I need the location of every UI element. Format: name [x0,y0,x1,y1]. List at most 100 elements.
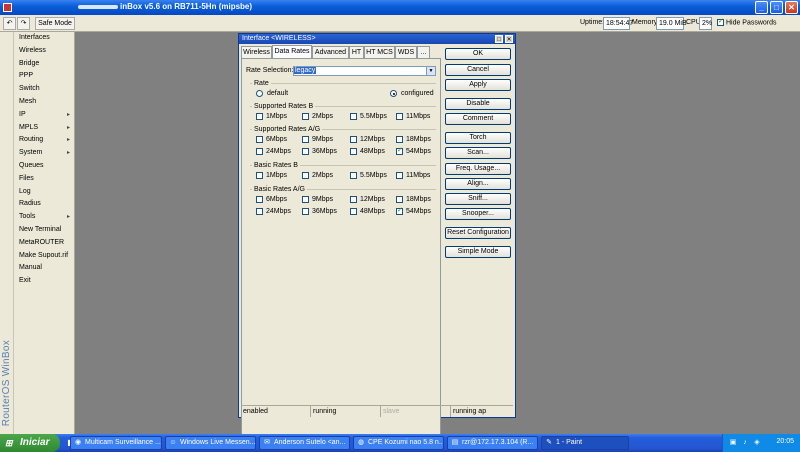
checkbox-icon[interactable] [302,148,309,155]
network-icon[interactable]: ▣ [729,439,737,447]
minimize-button[interactable]: _ [755,1,768,14]
supported-b-1mbps-checkbox[interactable]: 1Mbps [256,113,287,120]
basic-ag-6mbps-checkbox[interactable]: 6Mbps [256,196,287,203]
basic-ag-48mbps-checkbox[interactable]: 48Mbps [350,208,385,215]
hide-passwords-checkbox[interactable]: Hide Passwords [717,17,777,26]
basic-b-1mbps-checkbox[interactable]: 1Mbps [256,172,287,179]
sidebar-item-switch[interactable]: Switch [14,83,74,96]
checkbox-icon[interactable] [302,113,309,120]
checkbox-icon[interactable] [302,136,309,143]
checkbox-icon[interactable] [256,136,263,143]
taskbar-item[interactable]: ✎ 1 - Paint [541,436,629,450]
sidebar-item-ppp[interactable]: PPP [14,70,74,83]
checkbox-icon[interactable] [256,172,263,179]
checkbox-icon[interactable] [256,113,263,120]
sidebar-item-bridge[interactable]: Bridge [14,58,74,71]
ok-button[interactable]: OK [445,48,511,60]
basic-ag-54mbps-checkbox[interactable]: 54Mbps [396,206,431,215]
sidebar-item-manual[interactable]: Manual [14,262,74,275]
sidebar-item-tools[interactable]: Tools ▸ [14,211,74,224]
taskbar-item[interactable]: ✉ Anderson Sutelo <an... [259,436,350,450]
close-button[interactable]: ✕ [785,1,798,14]
supported-b-2mbps-checkbox[interactable]: 2Mbps [302,113,333,120]
sidebar-item-routing[interactable]: Routing ▸ [14,134,74,147]
checkbox-icon[interactable] [302,172,309,179]
sidebar-item-new-terminal[interactable]: New Terminal [14,224,74,237]
window-title-bar[interactable]: inBox v5.6 on RB711-5Hn (mipsbe) _ □ ✕ [0,0,800,15]
taskbar-item[interactable]: ▤ rzr@172.17.3.104 (R... [447,436,538,450]
tab-advanced[interactable]: Advanced [312,46,349,58]
taskbar-item[interactable]: ◍ CPE Kozumi nao 5.8 n... [353,436,444,450]
sidebar-item-wireless[interactable]: Wireless [14,45,74,58]
checkbox-checked-icon[interactable] [717,17,724,26]
checkbox-icon[interactable] [350,208,357,215]
basic-ag-18mbps-checkbox[interactable]: 18Mbps [396,196,431,203]
checkbox-icon[interactable] [350,136,357,143]
rate-selection-dropdown[interactable]: legacy ▼ [293,66,436,76]
volume-icon[interactable]: ♪ [741,439,749,447]
torch-button[interactable]: Torch [445,132,511,144]
checkbox-checked-icon[interactable] [396,146,403,155]
checkbox-icon[interactable] [396,113,403,120]
supported-ag-9mbps-checkbox[interactable]: 9Mbps [302,136,333,143]
checkbox-icon[interactable] [350,172,357,179]
checkbox-icon[interactable] [350,148,357,155]
supported-b-5-5mbps-checkbox[interactable]: 5.5Mbps [350,113,387,120]
dialog-restore-button[interactable]: □ [495,35,503,43]
basic-b-5-5mbps-checkbox[interactable]: 5.5Mbps [350,172,387,179]
tab-more[interactable]: ... [417,46,430,58]
undo-icon[interactable]: ↶ [3,17,16,30]
rate-configured-radio[interactable] [390,90,397,97]
align-button[interactable]: Align... [445,178,511,190]
checkbox-icon[interactable] [302,208,309,215]
safe-mode-button[interactable]: Safe Mode [35,17,75,30]
dropdown-arrow-icon[interactable]: ▼ [426,67,435,75]
basic-b-11mbps-checkbox[interactable]: 11Mbps [396,172,430,179]
checkbox-icon[interactable] [396,196,403,203]
sidebar-item-ip[interactable]: IP ▸ [14,109,74,122]
sidebar-item-metarouter[interactable]: MetaROUTER [14,237,74,250]
scan-button[interactable]: Scan... [445,147,511,159]
sidebar-item-log[interactable]: Log [14,186,74,199]
start-button[interactable]: ⊞ Iniciar [0,434,60,452]
checkbox-checked-icon[interactable] [396,206,403,215]
checkbox-icon[interactable] [350,113,357,120]
sidebar-item-exit[interactable]: Exit [14,275,74,288]
supported-ag-48mbps-checkbox[interactable]: 48Mbps [350,148,385,155]
sniff-button[interactable]: Sniff... [445,193,511,205]
basic-b-2mbps-checkbox[interactable]: 2Mbps [302,172,333,179]
basic-ag-24mbps-checkbox[interactable]: 24Mbps [256,208,291,215]
dialog-title-bar[interactable]: Interface <WIRELESS> □ ✕ [239,34,515,44]
taskbar-item[interactable]: ☺ Windows Live Messen... [165,436,256,450]
tab-data-rates[interactable]: Data Rates [272,45,312,58]
basic-ag-36mbps-checkbox[interactable]: 36Mbps [302,208,337,215]
snooper-button[interactable]: Snooper... [445,208,511,220]
checkbox-icon[interactable] [302,196,309,203]
checkbox-icon[interactable] [396,136,403,143]
supported-ag-36mbps-checkbox[interactable]: 36Mbps [302,148,337,155]
supported-ag-12mbps-checkbox[interactable]: 12Mbps [350,136,385,143]
comment-button[interactable]: Comment [445,113,511,125]
sidebar-item-interfaces[interactable]: Interfaces [14,32,74,45]
sidebar-item-radius[interactable]: Radius [14,198,74,211]
basic-ag-12mbps-checkbox[interactable]: 12Mbps [350,196,385,203]
supported-ag-6mbps-checkbox[interactable]: 6Mbps [256,136,287,143]
cancel-button[interactable]: Cancel [445,64,511,76]
sidebar-item-mesh[interactable]: Mesh [14,96,74,109]
sidebar-item-make-supout-rif[interactable]: Make Supout.rif [14,250,74,263]
checkbox-icon[interactable] [350,196,357,203]
sidebar-item-system[interactable]: System ▸ [14,147,74,160]
tab-ht[interactable]: HT [349,46,364,58]
disable-button[interactable]: Disable [445,98,511,110]
tab-wds[interactable]: WDS [395,46,417,58]
sidebar-item-queues[interactable]: Queues [14,160,74,173]
supported-ag-18mbps-checkbox[interactable]: 18Mbps [396,136,431,143]
sidebar-item-mpls[interactable]: MPLS ▸ [14,122,74,135]
taskbar-item[interactable]: ◉ Multicam Surveillance ... [70,436,162,450]
checkbox-icon[interactable] [396,172,403,179]
rate-default-radio[interactable] [256,90,263,97]
dialog-close-button[interactable]: ✕ [505,35,513,43]
checkbox-icon[interactable] [256,208,263,215]
winbox-app-icon[interactable] [3,3,12,12]
sidebar-item-files[interactable]: Files [14,173,74,186]
